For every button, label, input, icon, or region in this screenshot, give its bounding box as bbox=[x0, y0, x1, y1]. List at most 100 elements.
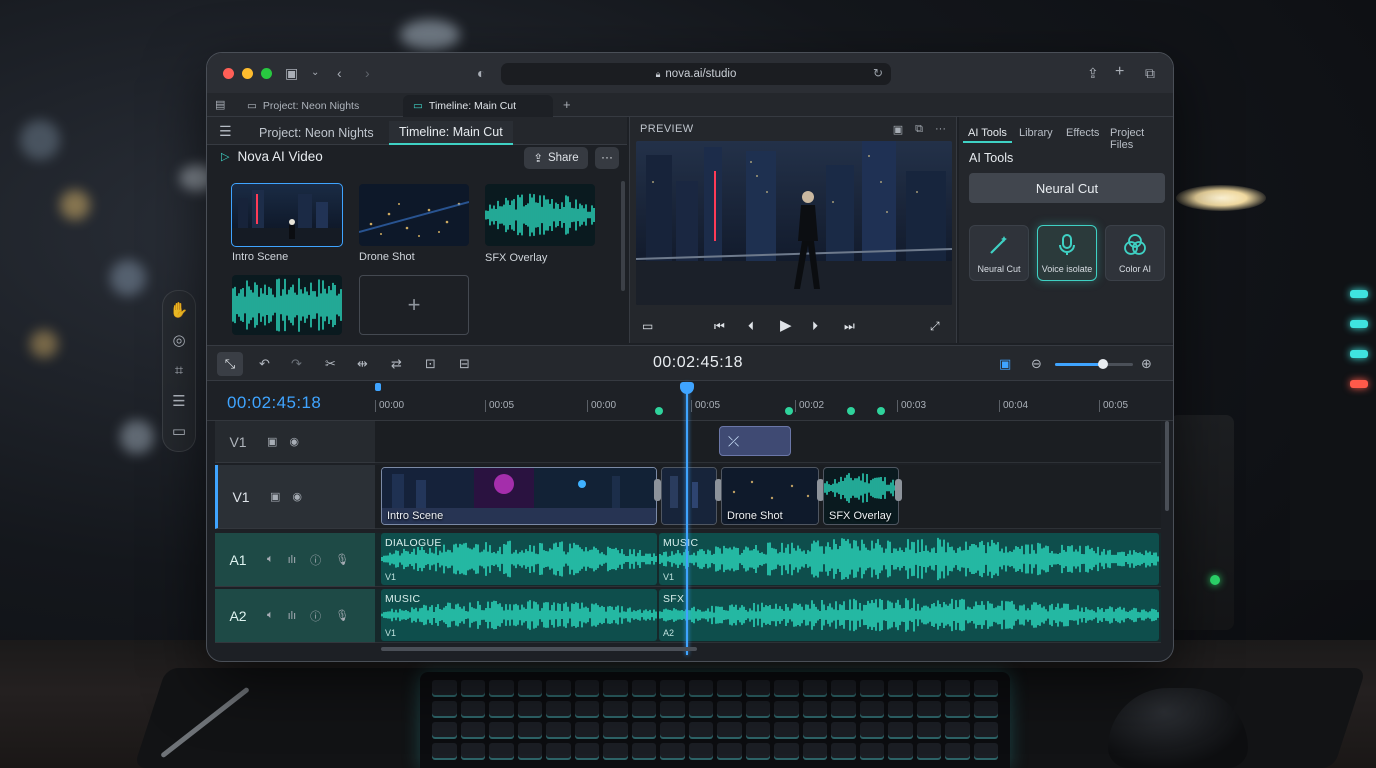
info-icon[interactable]: ⓘ bbox=[310, 552, 321, 568]
playhead[interactable] bbox=[686, 383, 688, 655]
track-lane-a2[interactable]: MUSIC V1 SFX A2 bbox=[375, 589, 1161, 643]
new-tab-icon[interactable]: + bbox=[1115, 63, 1124, 81]
more-icon[interactable]: ··· bbox=[935, 123, 946, 136]
trim-icon[interactable]: ⊡ bbox=[425, 356, 436, 372]
transition-clip[interactable]: ⤫ bbox=[719, 426, 791, 456]
media-scrollbar[interactable] bbox=[621, 181, 625, 291]
timeline-horizontal-scrollbar[interactable] bbox=[381, 647, 697, 651]
menu-icon[interactable]: ☰ bbox=[219, 123, 232, 140]
track-header-v1-active[interactable]: V1 ▣ ◉ bbox=[215, 465, 375, 529]
tab-timeline[interactable]: Timeline: Main Cut bbox=[389, 121, 513, 145]
zoom-slider[interactable] bbox=[1055, 359, 1133, 369]
close-window-button[interactable] bbox=[223, 67, 234, 79]
zoom-out-icon[interactable]: ⊖ bbox=[1031, 356, 1042, 372]
split-icon[interactable]: ⇹ bbox=[357, 356, 368, 372]
shield-icon[interactable]: ◐ bbox=[477, 65, 485, 81]
eye-icon[interactable]: ◎ bbox=[172, 333, 185, 348]
track-thumbnail-icon[interactable]: ▣ bbox=[267, 435, 277, 448]
neural-cut-button[interactable]: Neural Cut bbox=[969, 173, 1165, 203]
tab-ai-tools[interactable]: AI Tools bbox=[963, 125, 1012, 143]
delete-icon[interactable]: ⊟ bbox=[459, 356, 470, 372]
aspect-icon[interactable]: ▭ bbox=[642, 319, 653, 333]
media-thumb-sfx-overlay[interactable] bbox=[485, 184, 595, 246]
tool-neural-cut[interactable]: Neural Cut bbox=[969, 225, 1029, 281]
tool-color-ai[interactable]: Color AI bbox=[1105, 225, 1165, 281]
video-clip-intro-scene[interactable]: Intro Scene bbox=[381, 467, 657, 525]
audio-clip-sfx[interactable]: SFX A2 bbox=[659, 589, 1159, 641]
levels-icon[interactable]: ılı bbox=[288, 554, 297, 566]
caption-icon[interactable]: ▭ bbox=[172, 424, 186, 439]
info-icon[interactable]: ⓘ bbox=[310, 608, 321, 624]
tab-project-files[interactable]: Project Files bbox=[1105, 125, 1173, 153]
clip-trim-handle[interactable] bbox=[895, 479, 902, 501]
sidebar-icon[interactable]: ▤ bbox=[215, 98, 225, 111]
in-point-marker[interactable] bbox=[375, 383, 381, 391]
skip-start-icon[interactable]: ⏮ bbox=[714, 319, 725, 334]
timeline-marker[interactable] bbox=[655, 407, 663, 415]
browser-tab[interactable]: ▭ Project: Neon Nights bbox=[237, 95, 397, 117]
video-clip-drone-shot[interactable]: Drone Shot bbox=[721, 467, 819, 525]
timeline-marker[interactable] bbox=[785, 407, 793, 415]
monitor-icon[interactable]: ▣ bbox=[893, 123, 903, 136]
microphone-icon[interactable]: 🎙︎ bbox=[335, 609, 349, 622]
back-icon[interactable]: ‹ bbox=[337, 65, 342, 81]
skip-end-icon[interactable]: ⏭ bbox=[844, 319, 855, 334]
step-forward-icon[interactable]: ⏵ bbox=[812, 319, 818, 334]
undo-icon[interactable]: ↶ bbox=[259, 356, 270, 372]
ripple-icon[interactable]: ⇄ bbox=[391, 356, 402, 372]
play-icon[interactable]: ▶ bbox=[780, 316, 792, 334]
media-thumb-drone-shot[interactable] bbox=[359, 184, 469, 246]
share-button[interactable]: ⇪ Share bbox=[524, 147, 588, 169]
sliders-icon[interactable]: ☰ bbox=[172, 394, 185, 409]
zoom-slider-knob[interactable] bbox=[1098, 359, 1109, 369]
browser-tab-active[interactable]: ▭ Timeline: Main Cut bbox=[403, 95, 553, 117]
media-thumb-audio[interactable] bbox=[232, 275, 342, 335]
forward-icon[interactable]: › bbox=[365, 65, 370, 81]
chevron-down-icon[interactable]: ⌄ bbox=[311, 67, 319, 78]
speaker-icon[interactable]: 🔈︎ bbox=[267, 609, 274, 622]
select-tool-icon[interactable]: ⤡ bbox=[217, 352, 243, 376]
tab-effects[interactable]: Effects bbox=[1061, 125, 1104, 141]
audio-clip-music[interactable]: MUSIC V1 bbox=[659, 533, 1159, 585]
track-lane-v1[interactable]: ⤫ bbox=[375, 421, 1161, 463]
maximize-window-button[interactable] bbox=[261, 67, 272, 79]
add-media-button[interactable]: + bbox=[359, 275, 469, 335]
copy-icon[interactable]: ⧉ bbox=[915, 123, 923, 136]
track-thumbnail-icon[interactable]: ▣ bbox=[270, 490, 280, 503]
fullscreen-icon[interactable]: ⤢ bbox=[930, 319, 940, 334]
preview-video[interactable] bbox=[636, 141, 952, 305]
razor-icon[interactable]: ✂ bbox=[325, 356, 336, 372]
visibility-eye-icon[interactable]: ◉ bbox=[292, 490, 302, 503]
zoom-in-icon[interactable]: ⊕ bbox=[1141, 356, 1152, 372]
step-back-icon[interactable]: ⏴ bbox=[748, 319, 754, 334]
track-lane-a1[interactable]: DIALOGUE V1 MUSIC V1 bbox=[375, 533, 1161, 587]
visibility-eye-icon[interactable]: ◉ bbox=[289, 435, 299, 448]
snap-icon[interactable]: ▣ bbox=[999, 356, 1011, 372]
redo-icon[interactable]: ↷ bbox=[291, 356, 302, 372]
tool-voice-isolate[interactable]: Voice isolate bbox=[1037, 225, 1097, 281]
new-tab-button[interactable]: + bbox=[563, 97, 571, 112]
microphone-icon[interactable]: 🎙︎ bbox=[335, 553, 349, 566]
track-header-a1[interactable]: A1 🔈︎ ılı ⓘ 🎙︎ bbox=[215, 533, 375, 587]
tab-overview-icon[interactable]: ⧉ bbox=[1145, 65, 1155, 82]
crop-icon[interactable]: ⌗ bbox=[175, 363, 183, 378]
clip-trim-handle[interactable] bbox=[654, 479, 661, 501]
audio-clip-dialogue[interactable]: DIALOGUE V1 bbox=[381, 533, 657, 585]
speaker-icon[interactable]: 🔈︎ bbox=[267, 553, 274, 566]
audio-clip-music-a2[interactable]: MUSIC V1 bbox=[381, 589, 657, 641]
track-header-v1[interactable]: V1 ▣ ◉ bbox=[215, 421, 375, 463]
time-ruler[interactable]: 00:00 00:05 00:00 00:05 00:02 00:03 00:0… bbox=[375, 381, 1161, 421]
timeline-marker[interactable] bbox=[877, 407, 885, 415]
timeline-vertical-scrollbar[interactable] bbox=[1165, 421, 1169, 511]
timeline-marker[interactable] bbox=[847, 407, 855, 415]
reload-icon[interactable]: ↻ bbox=[873, 66, 883, 80]
address-bar[interactable]: 🔒︎ nova.ai/studio ↻ bbox=[501, 63, 891, 85]
levels-icon[interactable]: ılı bbox=[288, 610, 297, 622]
hand-icon[interactable]: ✋ bbox=[170, 303, 189, 318]
tab-project[interactable]: Project: Neon Nights bbox=[249, 121, 384, 145]
video-clip-short[interactable] bbox=[661, 467, 717, 525]
more-button[interactable]: ··· bbox=[595, 147, 619, 169]
share-icon[interactable]: ⇪ bbox=[1087, 65, 1099, 82]
sidebar-toggle-icon[interactable]: ▣ bbox=[285, 65, 298, 82]
media-thumb-intro-scene[interactable] bbox=[231, 183, 343, 247]
